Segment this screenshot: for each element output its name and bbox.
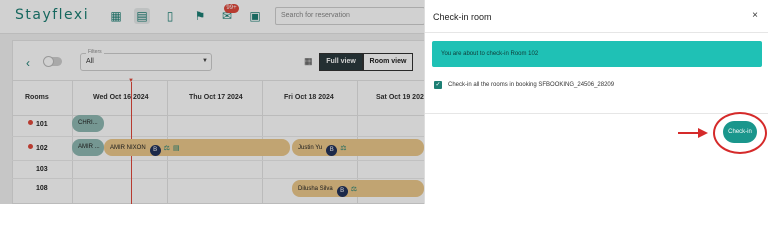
checkin-all-checkbox[interactable]: ✓ [434,81,442,89]
checkin-all-label[interactable]: Check-in all the rooms in booking SFBOOK… [448,82,614,88]
checkin-drawer: Check-in room × You are about to check-i… [424,0,768,204]
info-alert: You are about to check-in Room 102 [432,41,762,67]
close-icon[interactable]: × [752,10,758,21]
divider [425,32,768,33]
checkin-button[interactable]: Check-in [723,121,757,143]
divider [425,113,768,114]
arrow-right-icon [678,128,708,138]
modal-backdrop[interactable] [0,0,424,204]
app-root: Stayflexi ▦ ▤ ▯ ⚑ ✉ 99+ ▣ Search for res… [0,0,768,204]
drawer-title: Check-in room [433,12,492,22]
